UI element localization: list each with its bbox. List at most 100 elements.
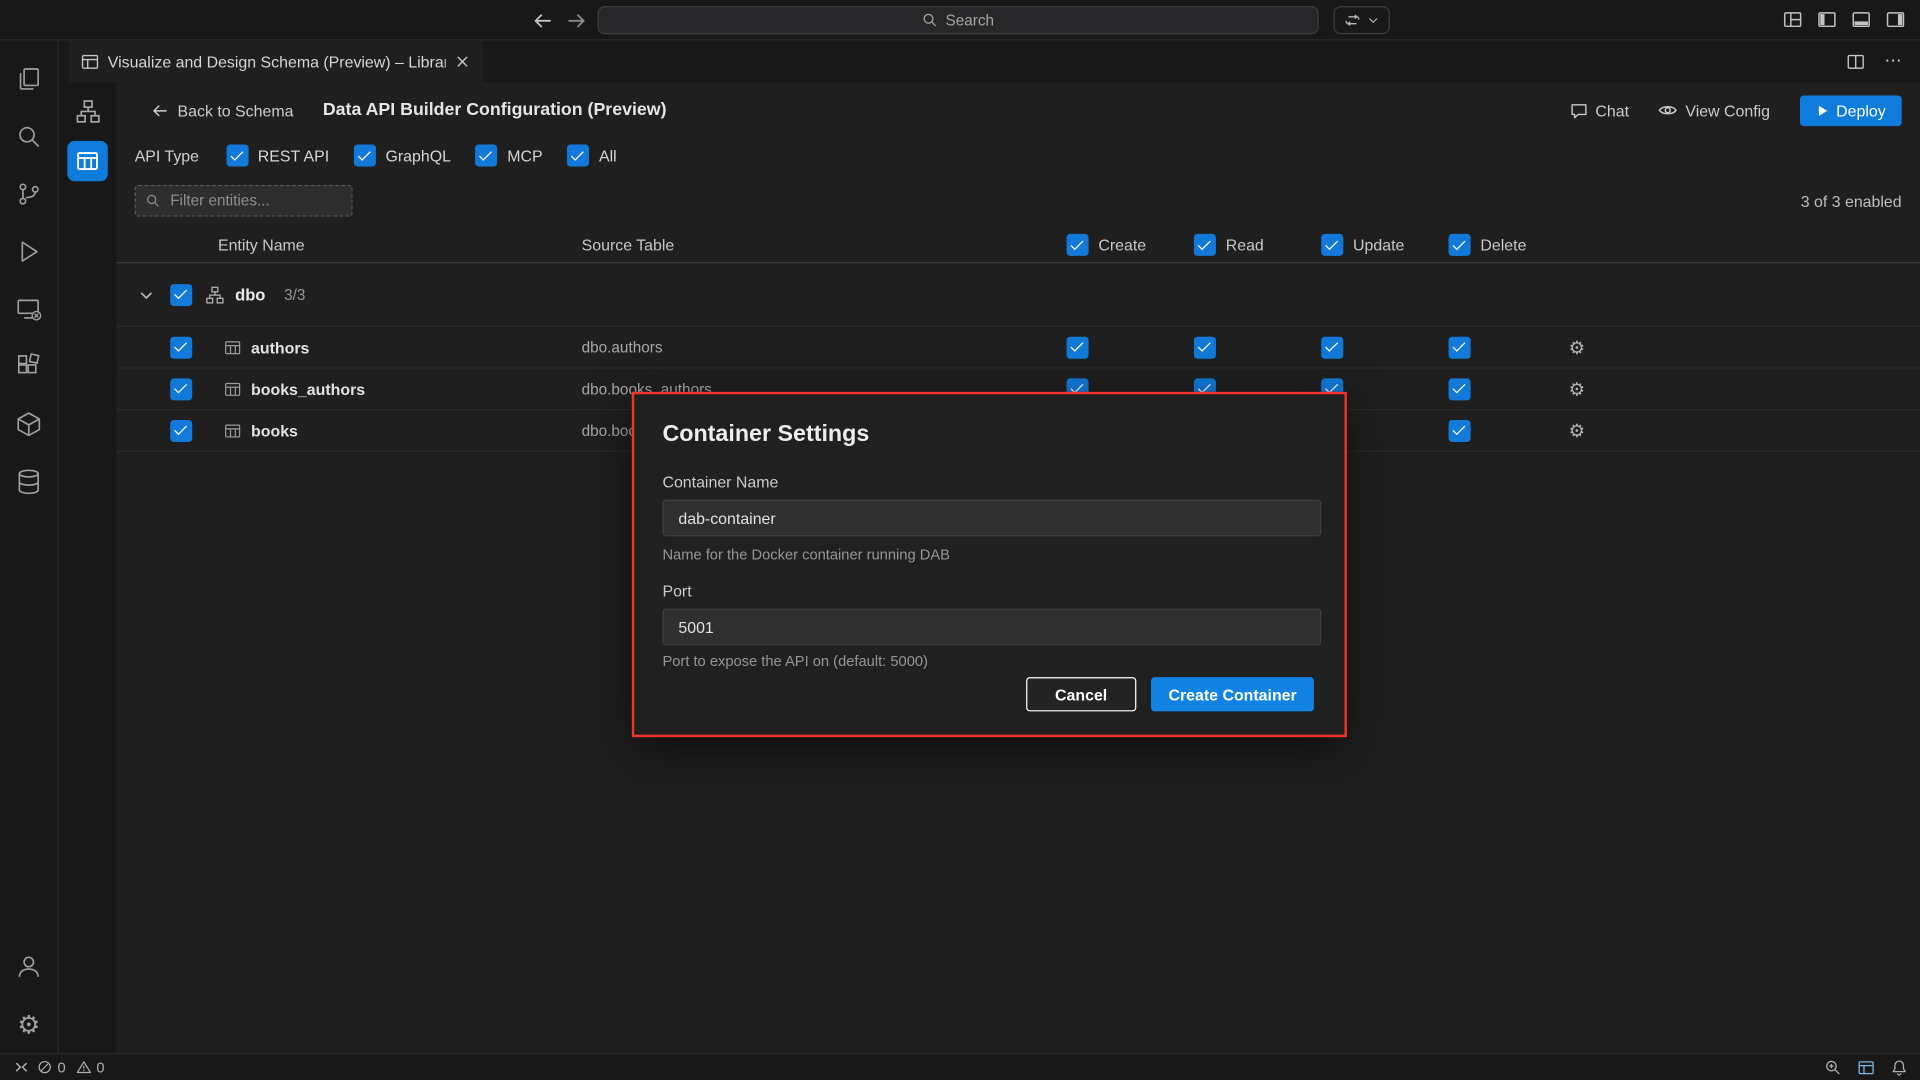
enabled-count-label: 3 of 3 enabled [1801,192,1902,210]
chat-label: Chat [1595,101,1629,119]
warning-count: 0 [96,1059,104,1076]
nav-back-icon[interactable] [531,10,553,32]
tab-visualize-schema[interactable]: Visualize and Design Schema (Preview) – … [69,40,483,82]
filter-search-icon [146,193,161,208]
explorer-icon[interactable] [0,50,58,108]
all-option[interactable]: All [567,144,617,166]
create-container-button[interactable]: Create Container [1151,677,1314,711]
nav-forward-icon[interactable] [566,10,588,32]
chat-button[interactable]: Chat [1570,101,1629,119]
page-header: Back to Schema Data API Builder Configur… [151,92,1902,129]
zoom-indicator-icon[interactable] [1824,1059,1841,1076]
api-type-label: API Type [135,146,199,164]
settings-gear-icon[interactable]: ⚙ [0,996,58,1054]
deploy-button[interactable]: Deploy [1799,95,1901,126]
more-actions-icon[interactable]: ⋯ [1884,51,1902,71]
read-all-checkbox[interactable] [1194,234,1216,256]
dab-status-icon[interactable] [1858,1059,1875,1076]
problems-indicator[interactable]: 0 0 [37,1059,105,1076]
entity-filter-input[interactable] [168,191,342,211]
read-checkbox[interactable] [1194,336,1216,358]
tab-close-icon[interactable]: × [455,52,470,70]
table-icon [224,339,241,356]
account-icon[interactable] [0,938,58,996]
run-debug-icon[interactable] [0,223,58,281]
package-cube-icon[interactable] [0,396,58,454]
port-help: Port to expose the API on (default: 5000… [662,653,927,670]
create-header: Create [1098,236,1146,254]
rest-api-option[interactable]: REST API [226,144,329,166]
schema-group-icon [206,285,224,303]
container-name-input[interactable] [662,500,1321,537]
remote-explorer-icon[interactable] [0,280,58,338]
remote-indicator[interactable] [12,1058,30,1076]
all-label: All [599,146,617,164]
read-header: Read [1226,236,1264,254]
all-checkbox[interactable] [567,144,589,166]
split-editor-icon[interactable] [1847,52,1865,70]
mcp-option[interactable]: MCP [475,144,542,166]
search-icon [922,12,938,28]
port-input[interactable] [662,609,1321,646]
port-label: Port [662,582,691,600]
delete-all-checkbox[interactable] [1449,234,1471,256]
rest-api-label: REST API [258,146,329,164]
mcp-label: MCP [507,146,542,164]
search-label: Search [946,12,995,29]
loop-icon [1343,11,1361,29]
extensions-icon[interactable] [0,338,58,396]
row-settings-gear-icon[interactable]: ⚙ [1569,419,1585,441]
row-checkbox[interactable] [170,419,192,441]
dab-config-icon-selected[interactable] [67,141,107,181]
schema-group-row[interactable]: dbo 3/3 [116,263,1920,327]
back-to-schema-link[interactable]: Back to Schema [151,101,294,119]
delete-checkbox[interactable] [1449,336,1471,358]
toggle-sidebar-icon[interactable] [1817,10,1837,30]
entity-name: books_authors [251,380,365,398]
view-config-button[interactable]: View Config [1658,100,1770,120]
toggle-panel-icon[interactable] [1851,10,1871,30]
rest-api-checkbox[interactable] [226,144,248,166]
row-checkbox[interactable] [170,336,192,358]
database-icon[interactable] [0,453,58,511]
entity-filter-box [135,185,353,217]
delete-checkbox[interactable] [1449,419,1471,441]
command-center-search[interactable]: Search [598,6,1319,34]
title-bar: Search [0,0,1920,40]
schema-designer-icon[interactable] [59,92,117,131]
create-checkbox[interactable] [1067,336,1089,358]
group-expand-chevron-icon[interactable] [137,285,155,303]
create-all-checkbox[interactable] [1067,234,1089,256]
row-checkbox[interactable] [170,378,192,400]
row-settings-gear-icon[interactable]: ⚙ [1569,336,1585,358]
group-checkbox[interactable] [170,283,192,305]
layout-control-dropdown[interactable] [1333,6,1389,34]
toggle-secondary-sidebar-icon[interactable] [1886,10,1906,30]
group-name: dbo [235,285,265,303]
delete-checkbox[interactable] [1449,378,1471,400]
customize-layout-icon[interactable] [1783,10,1803,30]
source-control-icon[interactable] [0,165,58,223]
error-icon [37,1059,53,1075]
table-row-authors[interactable]: authors dbo.authors ⚙ [116,327,1920,369]
graphql-checkbox[interactable] [354,144,376,166]
update-all-checkbox[interactable] [1321,234,1343,256]
notifications-bell-icon[interactable] [1891,1059,1908,1076]
update-header: Update [1353,236,1404,254]
mcp-checkbox[interactable] [475,144,497,166]
update-checkbox[interactable] [1321,336,1343,358]
table-icon [224,422,241,439]
vscode-window: Search [0,0,1920,1080]
search-sidebar-icon[interactable] [0,108,58,166]
view-config-label: View Config [1685,101,1770,119]
entity-name-header: Entity Name [218,236,305,254]
header-actions: Chat View Config Deploy [1570,95,1902,126]
graphql-option[interactable]: GraphQL [354,144,451,166]
cancel-button[interactable]: Cancel [1026,677,1137,711]
row-settings-gear-icon[interactable]: ⚙ [1569,378,1585,400]
chevron-down-icon [1367,13,1380,26]
graphql-label: GraphQL [385,146,450,164]
modal-title: Container Settings [662,421,869,448]
entity-name: books [251,421,298,439]
warning-icon [76,1059,92,1075]
